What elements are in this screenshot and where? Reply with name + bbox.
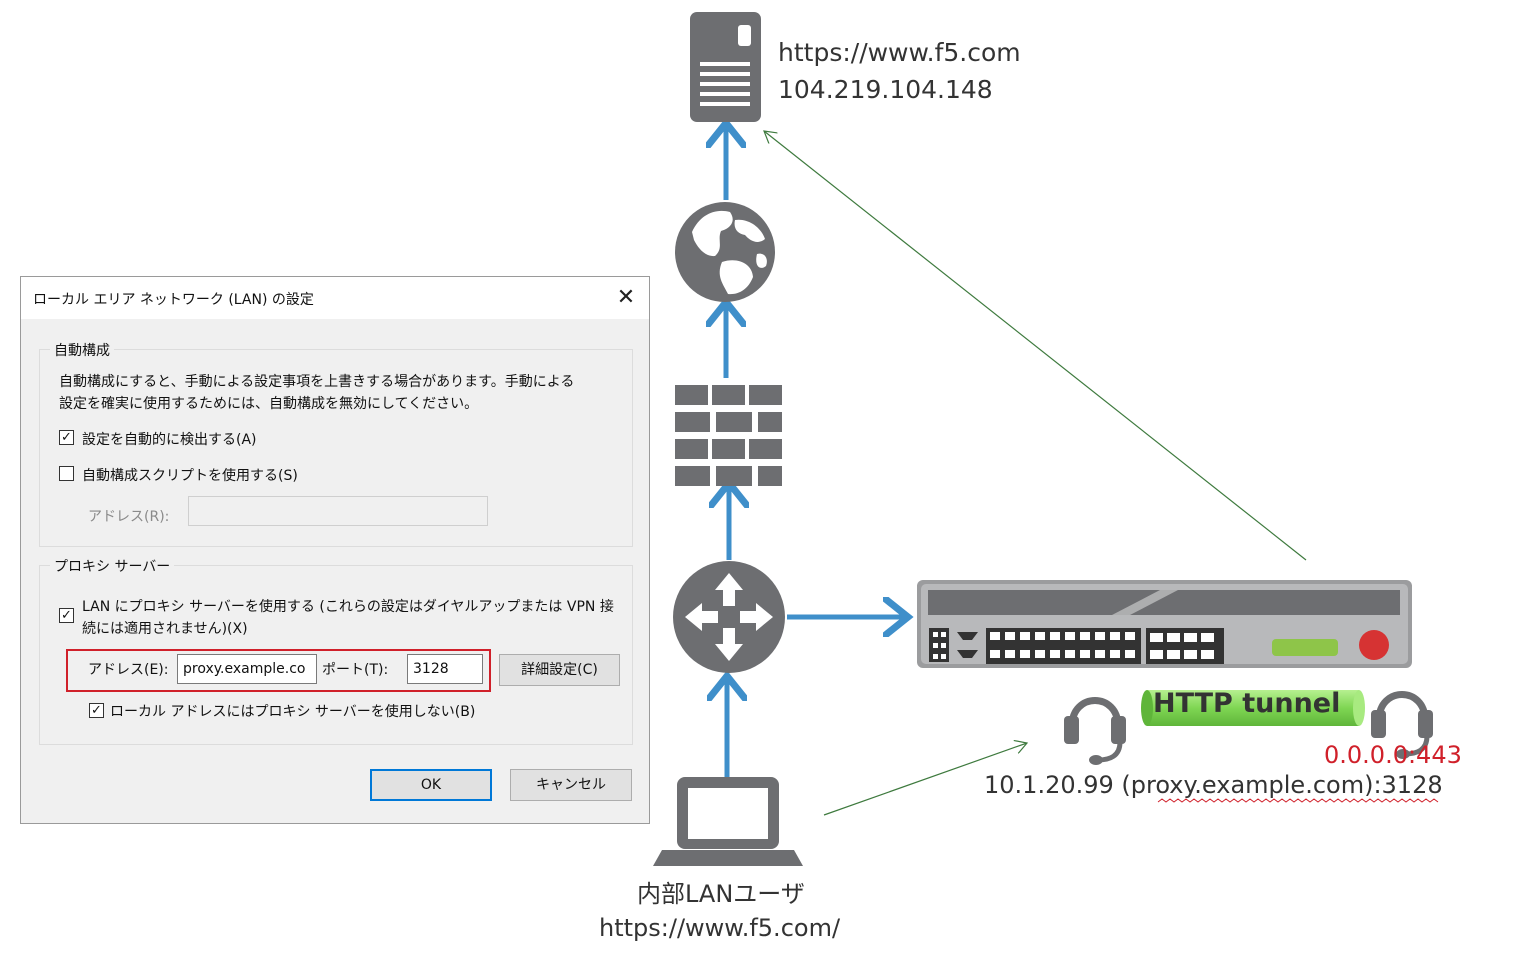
server-url: https://www.f5.com bbox=[778, 38, 1021, 67]
advanced-button[interactable]: 詳細設定(C) bbox=[499, 654, 620, 686]
globe-icon bbox=[675, 202, 775, 302]
switch-port-block bbox=[986, 628, 1141, 664]
sfp-port-block bbox=[1146, 628, 1224, 664]
lan-settings-dialog: ローカル エリア ネットワーク (LAN) の設定 ✕ 自動構成 自動構成にする… bbox=[20, 276, 650, 824]
tunnel-label: HTTP tunnel bbox=[1153, 688, 1341, 719]
use-script-label[interactable]: 自動構成スクリプトを使用する(S) bbox=[82, 465, 298, 485]
proxy-appliance-icon bbox=[917, 580, 1412, 668]
script-address-field[interactable] bbox=[188, 496, 488, 526]
bypass-local-checkbox[interactable]: ✓ bbox=[89, 703, 104, 718]
close-icon[interactable]: ✕ bbox=[611, 283, 641, 313]
use-script-checkbox[interactable] bbox=[59, 466, 74, 481]
tunnel-arrow-to-server bbox=[764, 131, 1307, 561]
proxy-address-field[interactable]: proxy.example.co bbox=[177, 654, 317, 684]
proxy-port-label: ポート(T): bbox=[322, 662, 389, 678]
server-ip: 104.219.104.148 bbox=[778, 75, 993, 104]
user-url: https://www.f5.com/ bbox=[599, 914, 841, 942]
auto-detect-checkbox[interactable]: ✓ bbox=[59, 430, 74, 445]
auto-config-legend: 自動構成 bbox=[50, 340, 114, 360]
dialog-title: ローカル エリア ネットワーク (LAN) の設定 bbox=[33, 292, 314, 308]
auto-detect-label[interactable]: 設定を自動的に検出する(A) bbox=[82, 429, 257, 449]
cancel-button[interactable]: キャンセル bbox=[510, 769, 632, 801]
router-icon bbox=[673, 561, 785, 673]
proxy-port-field[interactable]: 3128 bbox=[407, 654, 483, 684]
use-proxy-label-line2[interactable]: 続には適用されません)(X) bbox=[82, 618, 248, 638]
headset-icon bbox=[1064, 697, 1126, 765]
dialog-titlebar: ローカル エリア ネットワーク (LAN) の設定 ✕ bbox=[21, 277, 649, 319]
script-address-label: アドレス(R): bbox=[88, 509, 170, 525]
ok-button[interactable]: OK bbox=[370, 769, 492, 801]
use-proxy-checkbox[interactable]: ✓ bbox=[59, 608, 74, 623]
firewall-icon bbox=[675, 385, 782, 486]
user-label: 内部LANユーザ bbox=[637, 880, 805, 908]
spellcheck-underline bbox=[1157, 798, 1439, 803]
server-icon bbox=[690, 12, 761, 122]
proxy-address-label: アドレス(E): bbox=[88, 662, 169, 678]
auto-config-desc-line2: 設定を確実に使用するためには、自動構成を無効にしてください。 bbox=[59, 396, 479, 412]
proxy-listen-address: 0.0.0.0:443 bbox=[1324, 741, 1462, 769]
proxy-server-legend: プロキシ サーバー bbox=[50, 556, 175, 576]
proxy-address: 10.1.20.99 (proxy.example.com):3128 bbox=[984, 771, 1443, 799]
power-led-red bbox=[1359, 630, 1389, 660]
auto-config-desc-line1: 自動構成にすると、手動による設定事項を上書きする場合があります。手動による bbox=[59, 374, 575, 390]
bypass-local-label[interactable]: ローカル アドレスにはプロキシ サーバーを使用しない(B) bbox=[110, 701, 475, 721]
use-proxy-label-line1[interactable]: LAN にプロキシ サーバーを使用する (これらの設定はダイヤルアップまたは V… bbox=[82, 596, 614, 616]
status-led-green bbox=[1272, 639, 1338, 656]
laptop-icon bbox=[653, 777, 803, 866]
